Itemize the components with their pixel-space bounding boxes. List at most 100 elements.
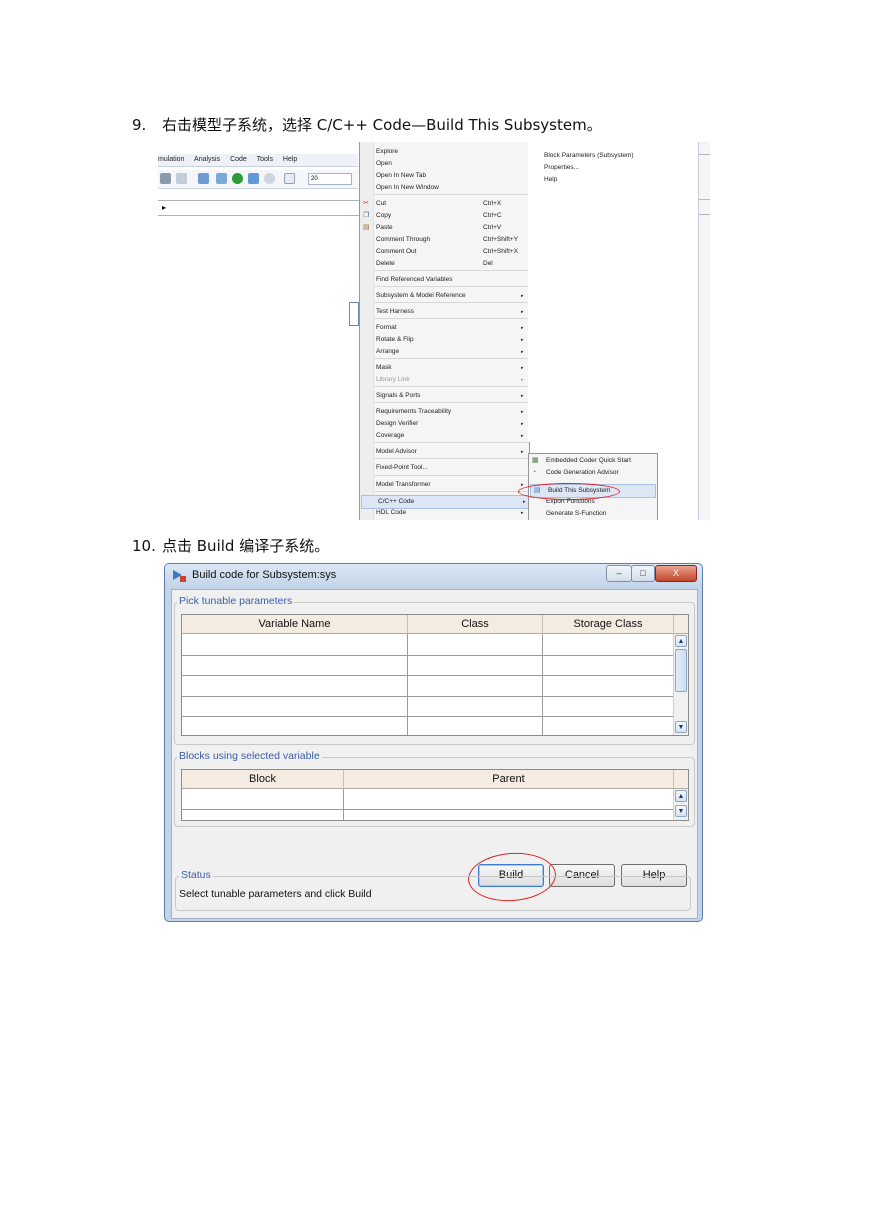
submenu-arrow-icon: ▸: [521, 433, 524, 439]
scroll-down-icon[interactable]: ▼: [675, 721, 687, 733]
menu-item-label: Paste: [376, 224, 393, 231]
menu-item-comment-out[interactable]: Comment Out Ctrl+Shift+X: [360, 246, 529, 258]
menu-item-paste[interactable]: ▤ Paste Ctrl+V: [360, 222, 529, 234]
menu-item-mask[interactable]: Mask ▸: [360, 362, 529, 374]
minimize-button[interactable]: –: [606, 565, 632, 582]
maximize-button[interactable]: □: [631, 565, 655, 582]
menu-item-label: Explore: [376, 148, 399, 155]
menu-item-shortcut: Ctrl+Shift+Y: [483, 236, 519, 243]
menu-analysis[interactable]: Analysis: [194, 156, 220, 163]
step-back-icon[interactable]: [198, 173, 209, 184]
menu-item-label: Coverage: [376, 432, 405, 439]
menu-item-open[interactable]: Open: [360, 158, 529, 170]
menu-code[interactable]: Code: [230, 156, 247, 163]
menu-item-cut[interactable]: ✂ Cut Ctrl+X: [360, 198, 529, 210]
submenu-arrow-icon: ▸: [521, 325, 524, 331]
column-header-class[interactable]: Class: [408, 615, 543, 634]
step-forward-icon[interactable]: [248, 173, 259, 184]
header-filler: [674, 615, 688, 634]
close-button[interactable]: X: [655, 565, 697, 582]
menu-item-label: Model Transformer: [376, 481, 431, 488]
submenu-item-embedded-coder-quick-start[interactable]: ▦ Embedded Coder Quick Start: [529, 455, 657, 467]
menu-item-delete[interactable]: Delete Del: [360, 258, 529, 270]
menu-item-requirements-traceability[interactable]: Requirements Traceability ▸: [360, 406, 529, 418]
menu-item-format[interactable]: Format ▸: [360, 322, 529, 334]
column-header-variable-name[interactable]: Variable Name: [182, 615, 408, 634]
scope-icon[interactable]: [284, 173, 295, 184]
menu-item-label: Cut: [376, 200, 387, 207]
menu-item-rotate-flip[interactable]: Rotate & Flip ▸: [360, 334, 529, 346]
column-header-storage-class[interactable]: Storage Class: [543, 615, 674, 634]
menu-item-model-transformer[interactable]: Model Transformer ▸: [360, 479, 529, 491]
scroll-up-icon[interactable]: ▲: [675, 635, 687, 647]
menu-item-test-harness[interactable]: Test Harness ▸: [360, 306, 529, 318]
parameters-scrollbar[interactable]: ▲ ▼: [673, 634, 688, 735]
submenu-arrow-icon: ▸: [521, 510, 524, 516]
submenu-arrow-icon: ▸: [521, 337, 524, 343]
menu-item-shortcut: Del: [483, 260, 493, 267]
menu-item-open-in-new-window[interactable]: Open In New Window: [360, 182, 529, 194]
menu-item-hdl-code[interactable]: HDL Code ▸: [360, 507, 529, 519]
menu-item-label: Open: [376, 160, 392, 167]
library-icon[interactable]: [176, 173, 187, 184]
menu-item-find-referenced-variables[interactable]: Find Referenced Variables: [360, 274, 529, 286]
menu-item-block-parameters[interactable]: Block Parameters (Subsystem): [528, 150, 688, 162]
paste-icon: ▤: [363, 224, 370, 231]
menu-item-arrange[interactable]: Arrange ▸: [360, 346, 529, 358]
menu-item-signals-ports[interactable]: Signals & Ports ▸: [360, 390, 529, 402]
menu-item-shortcut: Ctrl+X: [483, 200, 502, 207]
menu-item-copy[interactable]: ❐ Copy Ctrl+C: [360, 210, 529, 222]
menu-item-label: Open In New Tab: [376, 172, 427, 179]
submenu-item-code-generation-advisor[interactable]: ◔ Code Generation Advisor: [529, 467, 657, 479]
dialog-titlebar[interactable]: Build code for Subsystem:sys – □ X: [165, 564, 702, 588]
menu-separator: [374, 402, 529, 403]
scroll-up-icon[interactable]: ▲: [675, 790, 687, 802]
status-text: Select tunable parameters and click Buil…: [179, 888, 372, 900]
context-menu-screenshot: mulation Analysis Code Tools Help 20 ▸ E…: [158, 142, 710, 520]
menu-tools[interactable]: Tools: [257, 156, 273, 163]
menu-simulation[interactable]: mulation: [158, 156, 184, 163]
menu-item-open-in-new-tab[interactable]: Open In New Tab: [360, 170, 529, 182]
menu-item-help[interactable]: Help: [528, 174, 688, 186]
tunable-parameters-title: Pick tunable parameters: [177, 595, 295, 607]
menu-item-coverage[interactable]: Coverage ▸: [360, 430, 529, 442]
stop-icon[interactable]: [264, 173, 275, 184]
submenu-item-generate-s-function[interactable]: Generate S-Function: [529, 508, 657, 520]
menu-item-explore[interactable]: Explore: [360, 146, 529, 158]
dialog-title: Build code for Subsystem:sys: [192, 569, 337, 581]
header-filler: [674, 770, 688, 789]
subsystem-block[interactable]: [349, 302, 359, 326]
menu-item-fixed-point-tool[interactable]: Fixed-Point Tool...: [360, 462, 529, 474]
window-edge: [698, 142, 710, 520]
menu-item-label: Signals & Ports: [376, 392, 421, 399]
menu-item-model-advisor[interactable]: Model Advisor ▸: [360, 446, 529, 458]
tunable-parameters-table: Variable Name Class Storage Class ▲ ▼: [181, 614, 689, 736]
menu-item-label: Open In New Window: [376, 184, 439, 191]
menu-help[interactable]: Help: [283, 156, 297, 163]
step-text: 点击 Build 编译子系统。: [162, 537, 330, 555]
blocks-table: Block Parent ▲ ▼: [181, 769, 689, 821]
menu-item-properties[interactable]: Properties...: [528, 162, 688, 174]
menu-separator: [374, 442, 529, 443]
menu-item-label: Copy: [376, 212, 392, 219]
address-bar[interactable]: ▸: [158, 200, 362, 216]
column-header-parent[interactable]: Parent: [344, 770, 674, 789]
settings-icon[interactable]: [160, 173, 171, 184]
blocks-scrollbar[interactable]: ▲ ▼: [673, 789, 688, 820]
column-header-block[interactable]: Block: [182, 770, 344, 789]
menu-item-subsystem-model-reference[interactable]: Subsystem & Model Reference ▸: [360, 290, 529, 302]
menu-item-label: Arrange: [376, 348, 400, 355]
scroll-down-icon[interactable]: ▼: [675, 805, 687, 817]
sim-time-input[interactable]: 20: [308, 173, 352, 185]
menu-item-comment-through[interactable]: Comment Through Ctrl+Shift+Y: [360, 234, 529, 246]
menu-item-design-verifier[interactable]: Design Verifier ▸: [360, 418, 529, 430]
quick-start-icon: ▦: [532, 457, 539, 464]
menu-item-library-link[interactable]: Library Link ▸: [360, 374, 529, 386]
context-menu-column2: Block Parameters (Subsystem) Properties.…: [528, 142, 698, 442]
scroll-thumb[interactable]: [675, 649, 687, 692]
run-icon[interactable]: [232, 173, 243, 184]
cut-icon: ✂: [363, 200, 369, 207]
rewind-icon[interactable]: [216, 173, 227, 184]
status-title: Status: [179, 869, 213, 881]
context-menu: Explore Open Open In New Tab Open In New Wi…: [359, 142, 530, 520]
